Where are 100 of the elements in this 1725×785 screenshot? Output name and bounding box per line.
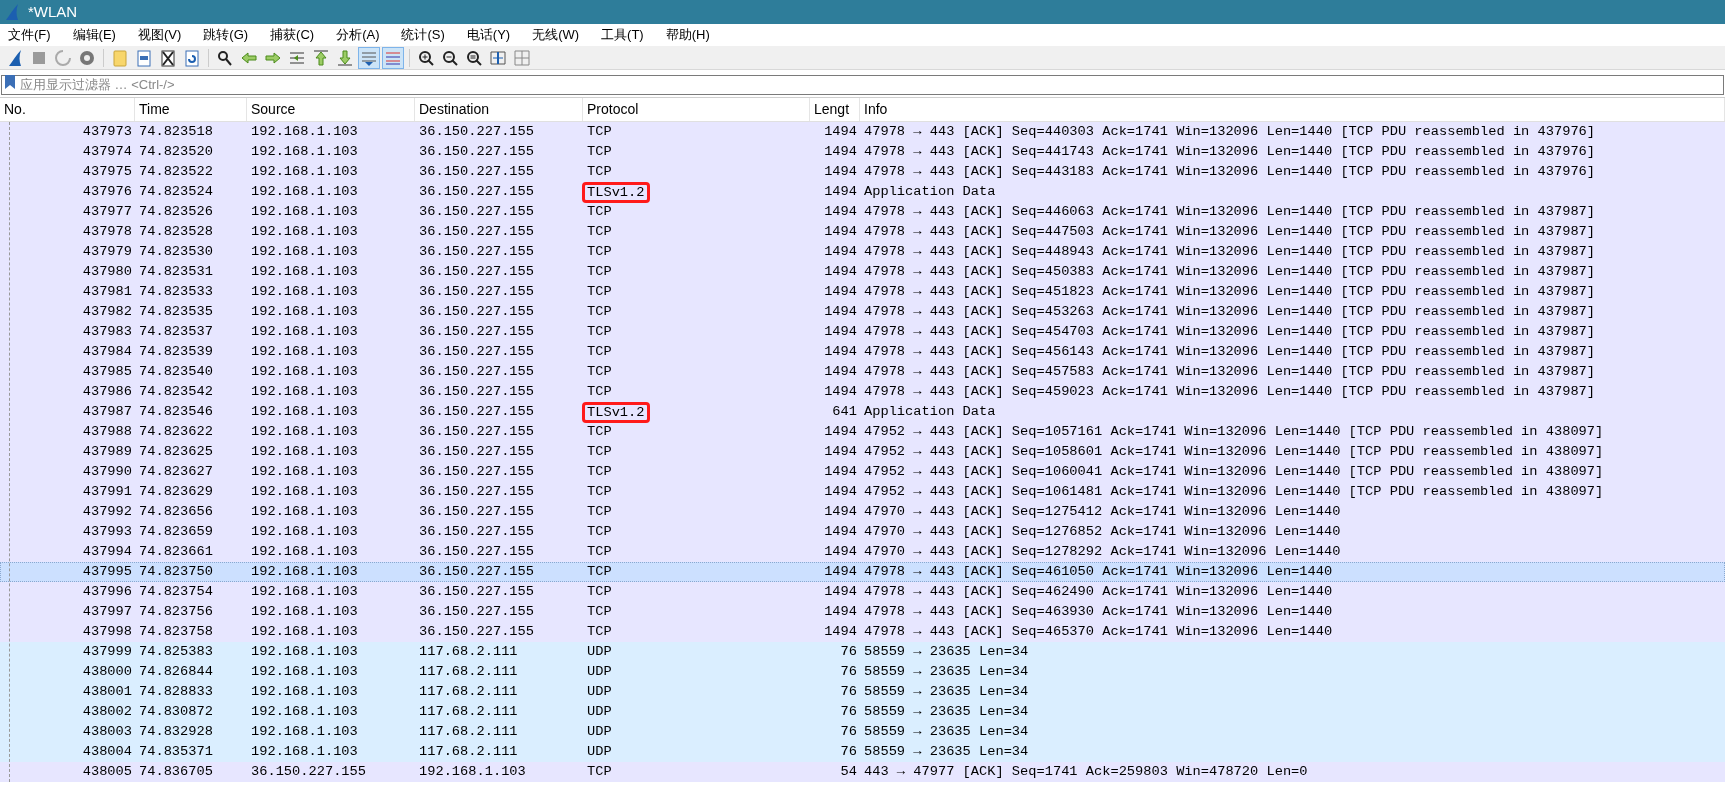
table-cell-text: 36.150.227.155: [419, 542, 534, 561]
table-cell-text: 192.168.1.103: [251, 402, 358, 421]
menu-item[interactable]: 分析(A): [336, 25, 380, 45]
packet-row[interactable]: 437974 74.823520 192.168.1.103 36.150.227.155 TCP 1494 47978 → 443 [ACK] Seq=441743 Ack=1741 Win=132096 Len=1440 [TCP PDU reassembled in 437976]: [0, 142, 1725, 162]
table-cell-text: 74.828833: [139, 682, 213, 701]
table-cell-text: 74.823537: [139, 322, 213, 341]
table-cell-text: 437976: [82, 182, 132, 201]
packet-row[interactable]: 437997 74.823756 192.168.1.103 36.150.227.155 TCP 1494 47978 → 443 [ACK] Seq=463930 Ack=1741 Win=132096 Len=1440: [0, 602, 1725, 622]
packet-row[interactable]: 437998 74.823758 192.168.1.103 36.150.227.155 TCP 1494 47978 → 443 [ACK] Seq=465370 Ack=1741 Win=132096 Len=1440: [0, 622, 1725, 642]
packet-row[interactable]: 437980 74.823531 192.168.1.103 36.150.227.155 TCP 1494 47978 → 443 [ACK] Seq=450383 Ack=1741 Win=132096 Len=1440 [TCP PDU reassembled in 437987]: [0, 262, 1725, 282]
table-cell-text: 47978 → 443 [ACK] Seq=465370 Ack=1741 Win=132096 Len=1440: [864, 622, 1333, 641]
table-cell-text: 438004: [82, 742, 132, 761]
packet-row[interactable]: 438002 74.830872 192.168.1.103 117.68.2.111 UDP 76 58559 → 23635 Len=34: [0, 702, 1725, 722]
display-filter-field[interactable]: 应用显示过滤器 … <Ctrl-/>: [1, 74, 1724, 95]
table-cell-text: 58559 → 23635 Len=34: [864, 662, 1029, 681]
packet-row[interactable]: 437995 74.823750 192.168.1.103 36.150.227.155 TCP 1494 47978 → 443 [ACK] Seq=461050 Ack=1741 Win=132096 Len=1440: [0, 562, 1725, 582]
table-cell-text: 47978 → 443 [ACK] Seq=457583 Ack=1741 Win=132096 Len=1440 [TCP PDU reassembled in 437987]: [864, 362, 1596, 381]
table-cell-text: 74.823542: [139, 382, 213, 401]
table-cell-text: 1494: [824, 282, 857, 301]
packet-row[interactable]: 437987 74.823546 192.168.1.103 36.150.227.155 TLSv1.2 641 Application Data: [0, 402, 1725, 422]
table-cell-text: 36.150.227.155: [419, 222, 534, 241]
menu-item[interactable]: 工具(T): [601, 25, 644, 45]
packet-row[interactable]: 437981 74.823533 192.168.1.103 36.150.227.155 TCP 1494 47978 → 443 [ACK] Seq=451823 Ack=1741 Win=132096 Len=1440 [TCP PDU reassembled in 437987]: [0, 282, 1725, 302]
table-cell-text: TCP: [587, 762, 612, 781]
menu-item[interactable]: 电话(Y): [466, 25, 511, 45]
packet-row[interactable]: 438003 74.832928 192.168.1.103 117.68.2.111 UDP 76 58559 → 23635 Len=34: [0, 722, 1725, 742]
column-header[interactable]: Info: [860, 98, 1725, 121]
table-cell-text: Application Data: [864, 182, 996, 201]
colorize-icon[interactable]: [382, 46, 404, 69]
table-cell-text: 438005: [82, 762, 132, 781]
packet-row[interactable]: 438000 74.826844 192.168.1.103 117.68.2.111 UDP 76 58559 → 23635 Len=34: [0, 662, 1725, 682]
table-cell-text: 47978 → 443 [ACK] Seq=456143 Ack=1741 Win=132096 Len=1440 [TCP PDU reassembled in 437987]: [864, 342, 1596, 361]
table-cell-text: 74.823754: [139, 582, 213, 601]
column-header[interactable]: Time: [135, 98, 247, 121]
packet-row[interactable]: 437982 74.823535 192.168.1.103 36.150.227.155 TCP 1494 47978 → 443 [ACK] Seq=453263 Ack=1741 Win=132096 Len=1440 [TCP PDU reassembled in 437987]: [0, 302, 1725, 322]
packet-row[interactable]: 437991 74.823629 192.168.1.103 36.150.227.155 TCP 1494 47952 → 443 [ACK] Seq=1061481 Ack=1741 Win=132096 Len=1440 [TCP PDU reassembled in 438097]: [0, 482, 1725, 502]
table-cell-text: TCP: [587, 122, 612, 141]
table-cell-text: 437993: [82, 522, 132, 541]
table-cell-text: UDP: [587, 722, 612, 741]
table-cell-text: 192.168.1.103: [251, 182, 358, 201]
table-cell-text: 76: [840, 642, 857, 661]
packet-row[interactable]: 437999 74.825383 192.168.1.103 117.68.2.111 UDP 76 58559 → 23635 Len=34: [0, 642, 1725, 662]
menu-item[interactable]: 跳转(G): [203, 25, 249, 45]
table-cell-text: 47978 → 443 [ACK] Seq=448943 Ack=1741 Win=132096 Len=1440 [TCP PDU reassembled in 437987]: [864, 242, 1596, 261]
table-cell-text: TCP: [587, 202, 612, 221]
packet-row[interactable]: 438001 74.828833 192.168.1.103 117.68.2.111 UDP 76 58559 → 23635 Len=34: [0, 682, 1725, 702]
packet-row[interactable]: 437989 74.823625 192.168.1.103 36.150.227.155 TCP 1494 47952 → 443 [ACK] Seq=1058601 Ack=1741 Win=132096 Len=1440 [TCP PDU reassembled in 438097]: [0, 442, 1725, 462]
table-cell-text: 1494: [824, 522, 857, 541]
packet-row[interactable]: 437994 74.823661 192.168.1.103 36.150.227.155 TCP 1494 47970 → 443 [ACK] Seq=1278292 Ack=1741 Win=132096 Len=1440: [0, 542, 1725, 562]
table-cell-text: TCP: [587, 282, 612, 301]
table-cell-text: TCP: [587, 542, 612, 561]
table-cell-text: 117.68.2.111: [419, 722, 518, 741]
menu-item[interactable]: 无线(W): [532, 25, 580, 45]
menu-item[interactable]: 编辑(E): [72, 25, 116, 45]
column-header[interactable]: No.: [0, 98, 135, 121]
menu-item[interactable]: 视图(V): [137, 25, 182, 45]
table-cell-text: 192.168.1.103: [251, 302, 358, 321]
packet-row[interactable]: 437988 74.823622 192.168.1.103 36.150.227.155 TCP 1494 47952 → 443 [ACK] Seq=1057161 Ack=1741 Win=132096 Len=1440 [TCP PDU reassembled in 438097]: [0, 422, 1725, 442]
packet-row[interactable]: 437984 74.823539 192.168.1.103 36.150.227.155 TCP 1494 47978 → 443 [ACK] Seq=456143 Ack=1741 Win=132096 Len=1440 [TCP PDU reassembled in 437987]: [0, 342, 1725, 362]
table-cell-text: 36.150.227.155: [419, 582, 534, 601]
menu-item[interactable]: 统计(S): [401, 25, 445, 45]
packet-row[interactable]: 437990 74.823627 192.168.1.103 36.150.227.155 TCP 1494 47952 → 443 [ACK] Seq=1060041 Ack=1741 Win=132096 Len=1440 [TCP PDU reassembled in 438097]: [0, 462, 1725, 482]
table-cell-text: 437989: [82, 442, 132, 461]
table-cell-text: TCP: [587, 462, 612, 481]
table-cell-text: TCP: [587, 222, 612, 241]
bookmark-icon[interactable]: [4, 74, 16, 90]
column-header[interactable]: Destination: [415, 98, 583, 121]
packet-row[interactable]: 437983 74.823537 192.168.1.103 36.150.227.155 TCP 1494 47978 → 443 [ACK] Seq=454703 Ack=1741 Win=132096 Len=1440 [TCP PDU reassembled in 437987]: [0, 322, 1725, 342]
table-cell-text: 192.168.1.103: [251, 722, 358, 741]
packet-row[interactable]: 438005 74.836705 36.150.227.155 192.168.1.103 TCP 54 443 → 47977 [ACK] Seq=1741 Ack=259803 Win=478720 Len=0: [0, 762, 1725, 782]
menu-item[interactable]: 帮助(H): [665, 25, 710, 45]
table-cell-text: 192.168.1.103: [251, 522, 358, 541]
table-cell-text: 74.823622: [139, 422, 213, 441]
autoscroll-icon[interactable]: [358, 46, 380, 69]
packet-row[interactable]: 437985 74.823540 192.168.1.103 36.150.227.155 TCP 1494 47978 → 443 [ACK] Seq=457583 Ack=1741 Win=132096 Len=1440 [TCP PDU reassembled in 437987]: [0, 362, 1725, 382]
packet-row[interactable]: 437979 74.823530 192.168.1.103 36.150.227.155 TCP 1494 47978 → 443 [ACK] Seq=448943 Ack=1741 Win=132096 Len=1440 [TCP PDU reassembled in 437987]: [0, 242, 1725, 262]
packet-row[interactable]: 437977 74.823526 192.168.1.103 36.150.227.155 TCP 1494 47978 → 443 [ACK] Seq=446063 Ack=1741 Win=132096 Len=1440 [TCP PDU reassembled in 437987]: [0, 202, 1725, 222]
column-header[interactable]: Protocol: [583, 98, 810, 121]
column-header[interactable]: Lengt: [810, 98, 860, 121]
packet-row[interactable]: 437986 74.823542 192.168.1.103 36.150.227.155 TCP 1494 47978 → 443 [ACK] Seq=459023 Ack=1741 Win=132096 Len=1440 [TCP PDU reassembled in 437987]: [0, 382, 1725, 402]
table-cell-text: 437984: [82, 342, 132, 361]
table-cell-text: 47978 → 443 [ACK] Seq=462490 Ack=1741 Win=132096 Len=1440: [864, 582, 1333, 601]
packet-row[interactable]: 437993 74.823659 192.168.1.103 36.150.227.155 TCP 1494 47970 → 443 [ACK] Seq=1276852 Ack=1741 Win=132096 Len=1440: [0, 522, 1725, 542]
packet-row[interactable]: 437976 74.823524 192.168.1.103 36.150.227.155 TLSv1.2 1494 Application Data: [0, 182, 1725, 202]
table-cell-text: 1494: [824, 222, 857, 241]
table-cell-text: 76: [840, 662, 857, 681]
table-cell-text: 74.823627: [139, 462, 213, 481]
table-cell-text: 36.150.227.155: [419, 262, 534, 281]
column-header[interactable]: Source: [247, 98, 415, 121]
packet-row[interactable]: 438004 74.835371 192.168.1.103 117.68.2.111 UDP 76 58559 → 23635 Len=34: [0, 742, 1725, 762]
table-cell-text: TCP: [587, 562, 612, 581]
menu-item[interactable]: 捕获(C): [270, 25, 315, 45]
packet-row[interactable]: 437973 74.823518 192.168.1.103 36.150.227.155 TCP 1494 47978 → 443 [ACK] Seq=440303 Ack=1741 Win=132096 Len=1440 [TCP PDU reassembled in 437976]: [0, 122, 1725, 142]
packet-row[interactable]: 437996 74.823754 192.168.1.103 36.150.227.155 TCP 1494 47978 → 443 [ACK] Seq=462490 Ack=1741 Win=132096 Len=1440: [0, 582, 1725, 602]
table-cell-text: 443 → 47977 [ACK] Seq=1741 Ack=259803 Win=478720 Len=0: [864, 762, 1308, 781]
menu-item[interactable]: 文件(F): [8, 25, 51, 45]
packet-row[interactable]: 437975 74.823522 192.168.1.103 36.150.227.155 TCP 1494 47978 → 443 [ACK] Seq=443183 Ack=1741 Win=132096 Len=1440 [TCP PDU reassembled in 437976]: [0, 162, 1725, 182]
packet-row[interactable]: 437978 74.823528 192.168.1.103 36.150.227.155 TCP 1494 47978 → 443 [ACK] Seq=447503 Ack=1741 Win=132096 Len=1440 [TCP PDU reassembled in 437987]: [0, 222, 1725, 242]
table-cell-text: 192.168.1.103: [251, 422, 358, 441]
packet-row[interactable]: 437992 74.823656 192.168.1.103 36.150.227.155 TCP 1494 47970 → 443 [ACK] Seq=1275412 Ack=1741 Win=132096 Len=1440: [0, 502, 1725, 522]
